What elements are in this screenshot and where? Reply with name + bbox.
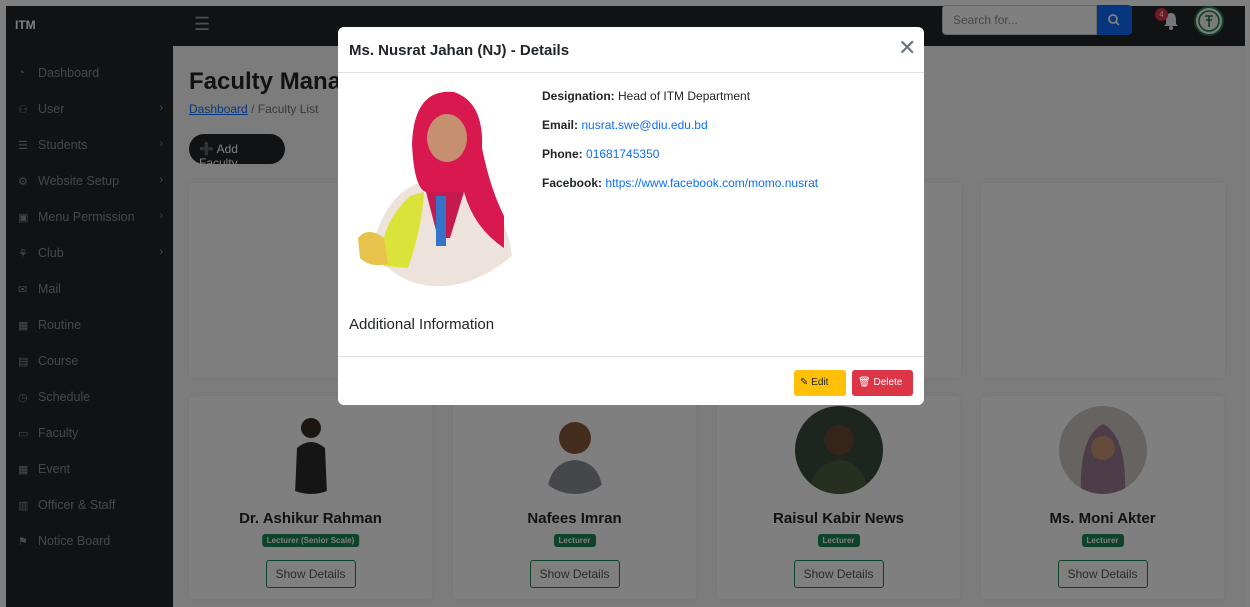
facebook-label: Facebook: bbox=[542, 176, 603, 190]
faculty-portrait bbox=[358, 91, 514, 286]
email-label: Email: bbox=[542, 118, 579, 132]
edit-label: Edit bbox=[811, 377, 829, 388]
designation-value: Head of ITM Department bbox=[618, 89, 751, 103]
app-frame: ITM ☰ Search for... 4 ◔Dashboard⚇User›☰S… bbox=[0, 0, 1250, 607]
trash-icon: 🗑 bbox=[858, 377, 871, 388]
delete-label: Delete bbox=[873, 377, 903, 388]
close-icon[interactable]: ✕ bbox=[898, 37, 916, 59]
additional-info-heading: Additional Information bbox=[349, 316, 495, 333]
facebook-line: Facebook: https://www.facebook.com/momo.… bbox=[542, 176, 818, 190]
phone-link[interactable]: 01681745350 bbox=[586, 147, 659, 161]
phone-label: Phone: bbox=[542, 147, 583, 161]
user-edit-icon: ✎ bbox=[800, 377, 809, 388]
modal-footer: ✎ Edit 🗑 Delete bbox=[338, 356, 924, 405]
delete-button[interactable]: 🗑 Delete bbox=[852, 370, 913, 396]
designation-label: Designation: bbox=[542, 89, 615, 103]
email-line: Email: nusrat.swe@diu.edu.bd bbox=[542, 118, 708, 132]
edit-button[interactable]: ✎ Edit bbox=[794, 370, 846, 396]
phone-line: Phone: 01681745350 bbox=[542, 147, 659, 161]
facebook-link[interactable]: https://www.facebook.com/momo.nusrat bbox=[605, 176, 818, 190]
modal-title: Ms. Nusrat Jahan (NJ) - Details bbox=[349, 42, 570, 59]
designation-line: Designation: Head of ITM Department bbox=[542, 89, 750, 103]
modal-header: Ms. Nusrat Jahan (NJ) - Details ✕ bbox=[338, 27, 924, 73]
email-link[interactable]: nusrat.swe@diu.edu.bd bbox=[581, 118, 707, 132]
faculty-details-modal: Ms. Nusrat Jahan (NJ) - Details ✕ Design… bbox=[338, 27, 924, 405]
